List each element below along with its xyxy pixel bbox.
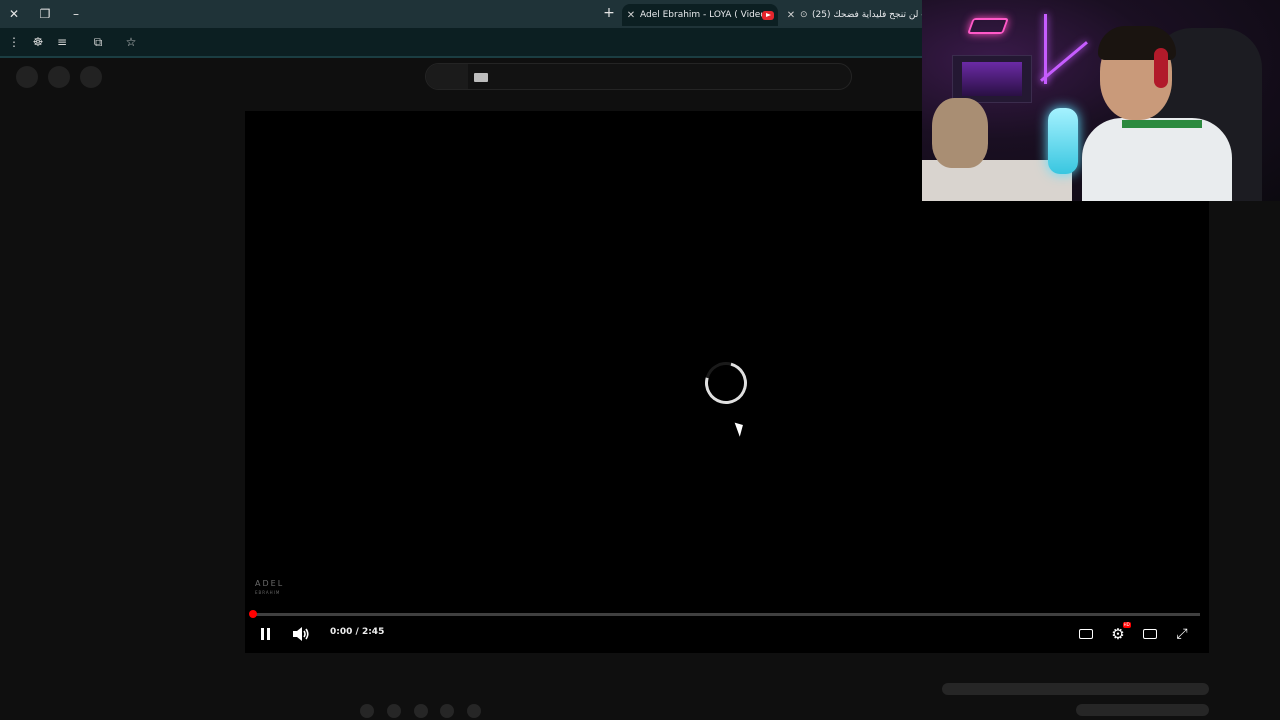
- webcam-overlay: [922, 0, 1280, 201]
- action-placeholder: [387, 704, 401, 718]
- action-placeholder: [414, 704, 428, 718]
- audio-playing-icon[interactable]: ⊙: [800, 10, 812, 20]
- window-close-button[interactable]: ✕: [4, 4, 24, 24]
- volume-button[interactable]: [290, 623, 312, 645]
- subtitles-icon: [1079, 629, 1093, 639]
- tab-other-video[interactable]: ✕ ⊙ (25) لن تنجح فليداية فضحك -: [782, 4, 922, 26]
- window-restore-button[interactable]: ❐: [35, 4, 55, 24]
- action-placeholder: [440, 704, 454, 718]
- fullscreen-button[interactable]: ⤢: [1172, 623, 1192, 645]
- search-bar[interactable]: [425, 63, 852, 90]
- subtitles-button[interactable]: [1076, 623, 1096, 645]
- channel-watermark[interactable]: ADEL EBRAHIM: [255, 579, 284, 597]
- action-placeholder: [360, 704, 374, 718]
- mouse-cursor-icon: [734, 420, 747, 437]
- theater-mode-button[interactable]: [1140, 623, 1160, 645]
- theater-icon: [1143, 629, 1157, 639]
- action-placeholder: [467, 704, 481, 718]
- tab-close-icon[interactable]: ✕: [622, 10, 640, 21]
- neon-sign: [967, 18, 1009, 34]
- loading-spinner-icon: [697, 354, 755, 412]
- nav-placeholder[interactable]: [80, 66, 102, 88]
- title-placeholder: [942, 683, 1209, 695]
- microphone: [1048, 108, 1078, 174]
- settings-button[interactable]: ⚙ HD: [1108, 622, 1131, 645]
- screen: ✕ ❐ – + ✕ Adel Ebrahim - LOYA ( Video Cl…: [0, 0, 1280, 720]
- neon-light: [1040, 41, 1088, 82]
- extensions-puzzle-icon[interactable]: ⧉: [89, 33, 107, 51]
- new-tab-button[interactable]: +: [600, 4, 618, 22]
- menu-placeholder[interactable]: [16, 66, 38, 88]
- logo-placeholder[interactable]: [48, 66, 70, 88]
- bookmark-star-icon[interactable]: ☆: [122, 33, 140, 51]
- progress-bar[interactable]: [253, 613, 1200, 616]
- pause-icon: [261, 628, 264, 640]
- window-minimize-button[interactable]: –: [66, 4, 86, 24]
- subtitle-placeholder: [1076, 704, 1209, 716]
- settings-gear-icon: ⚙ HD: [1111, 622, 1131, 643]
- tab-youtube-video[interactable]: ✕ Adel Ebrahim - LOYA ( Video Cl: [622, 4, 778, 26]
- keyboard-icon[interactable]: [474, 73, 488, 82]
- volume-icon: [293, 627, 309, 641]
- pause-button[interactable]: [257, 623, 275, 645]
- media-queue-icon[interactable]: ≡: [53, 33, 71, 51]
- hd-badge: HD: [1122, 622, 1131, 628]
- teddy-bear: [932, 98, 988, 168]
- headset: [1154, 48, 1168, 88]
- search-prefix: [426, 64, 468, 89]
- scrubber-handle[interactable]: [249, 610, 257, 618]
- time-display: 0:00 / 2:45: [330, 627, 385, 637]
- watermark-title: ADEL: [255, 579, 285, 588]
- tab-title: (25) لن تنجح فليداية فضحك -: [812, 10, 922, 20]
- fullscreen-icon: ⤢: [1176, 626, 1188, 642]
- watermark-subtitle: EBRAHIM: [255, 590, 281, 595]
- tab-close-icon[interactable]: ✕: [782, 10, 800, 21]
- browser-menu-icon[interactable]: ⋮: [5, 33, 23, 51]
- tab-title: Adel Ebrahim - LOYA ( Video Cl: [640, 10, 762, 20]
- youtube-icon: [762, 10, 774, 20]
- extension-icon[interactable]: ☸: [29, 33, 47, 51]
